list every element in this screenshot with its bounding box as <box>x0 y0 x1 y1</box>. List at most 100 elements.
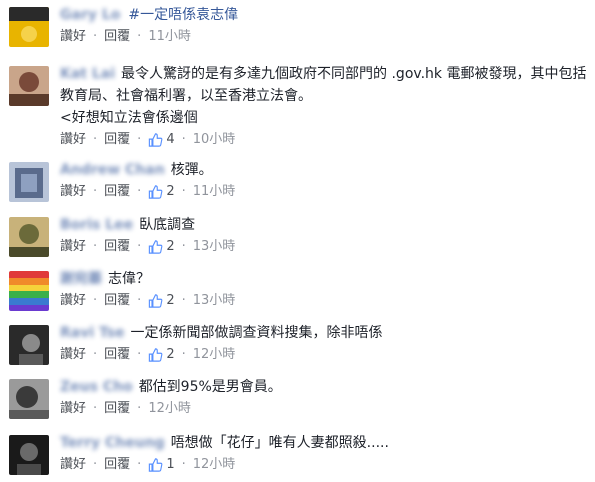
like-button[interactable]: 讚好 <box>60 129 86 151</box>
thumbs-up-icon <box>149 458 163 472</box>
separator: · <box>93 293 98 308</box>
separator: · <box>181 239 186 254</box>
separator: · <box>93 184 98 199</box>
like-count-value: 2 <box>166 293 175 308</box>
separator: · <box>181 184 186 199</box>
like-count[interactable]: 2 <box>148 344 175 366</box>
avatar[interactable] <box>9 271 49 311</box>
like-button[interactable]: 讚好 <box>60 26 86 48</box>
comment-text: Kat Lai 最令人驚訝的是有多達九個政府不同部門的 .gov.hk 電郵被發現… <box>60 63 587 107</box>
comment-author[interactable]: Boris Lee <box>60 217 133 233</box>
comment-text: Gary Lo #一定唔係袁志偉 <box>60 4 587 26</box>
separator: · <box>137 457 142 472</box>
avatar[interactable] <box>9 217 49 257</box>
separator: · <box>181 132 186 147</box>
comment-author[interactable]: Andrew Chan <box>60 162 165 178</box>
reply-button[interactable]: 回覆 <box>104 236 130 258</box>
comment-timestamp[interactable]: 10小時 <box>193 129 236 151</box>
reply-button[interactable]: 回覆 <box>104 454 130 476</box>
thumbs-up-icon <box>149 240 163 254</box>
like-count-value: 4 <box>166 132 175 147</box>
separator: · <box>137 293 142 308</box>
thumbs-up-icon <box>149 348 163 362</box>
separator: · <box>181 347 186 362</box>
comment-feed: Gary Lo #一定唔係袁志偉 讚好 · 回覆 · 11小時 Kat Lai 最令… <box>0 0 595 482</box>
hashtag-link[interactable]: #一定唔係袁志偉 <box>128 7 238 23</box>
comment-actions: 讚好 · 回覆 · 4 · 10小時 <box>60 129 587 151</box>
thumbs-up-icon <box>149 185 163 199</box>
separator: · <box>181 457 186 472</box>
avatar[interactable] <box>9 66 49 106</box>
separator: · <box>93 457 98 472</box>
avatar[interactable] <box>9 435 49 475</box>
like-count[interactable]: 2 <box>148 290 175 312</box>
avatar[interactable] <box>9 162 49 202</box>
reply-button[interactable]: 回覆 <box>104 181 130 203</box>
avatar[interactable] <box>9 7 49 47</box>
like-count[interactable]: 2 <box>148 181 175 203</box>
comment-author[interactable]: Zeus Cho <box>60 379 133 395</box>
reply-button[interactable]: 回覆 <box>104 344 130 366</box>
separator: · <box>93 29 98 44</box>
comment-author[interactable]: Kat Lai <box>60 66 115 82</box>
comment-actions: 讚好 · 回覆 · 11小時 <box>60 26 587 48</box>
separator: · <box>137 347 142 362</box>
like-count[interactable]: 4 <box>148 129 175 151</box>
comment-actions: 讚好 · 回覆 · 12小時 <box>60 398 587 420</box>
like-button[interactable]: 讚好 <box>60 454 86 476</box>
comment-author[interactable]: Ravi Tse <box>60 325 125 341</box>
comment-author[interactable]: 謝宛蓁 <box>60 271 102 287</box>
comment-body: 核彈。 <box>170 162 213 178</box>
comment-author[interactable]: Gary Lo <box>60 7 120 23</box>
avatar[interactable] <box>9 325 49 365</box>
comment-body: 最令人驚訝的是有多達九個政府不同部門的 .gov.hk 電郵被發現，其中包括教育… <box>60 66 587 104</box>
comment-author[interactable]: Terry Cheung <box>60 435 165 451</box>
reply-button[interactable]: 回覆 <box>104 129 130 151</box>
comment-timestamp[interactable]: 12小時 <box>193 454 236 476</box>
like-button[interactable]: 讚好 <box>60 344 86 366</box>
comment-actions: 讚好 · 回覆 · 2 · 11小時 <box>60 181 587 203</box>
avatar[interactable] <box>9 379 49 419</box>
comment-timestamp[interactable]: 12小時 <box>148 398 191 420</box>
comment-timestamp[interactable]: 11小時 <box>148 26 191 48</box>
comment-timestamp[interactable]: 13小時 <box>193 290 236 312</box>
separator: · <box>137 29 142 44</box>
separator: · <box>137 401 142 416</box>
comment-actions: 讚好 · 回覆 · 2 · 12小時 <box>60 344 587 366</box>
reply-button[interactable]: 回覆 <box>104 290 130 312</box>
like-button[interactable]: 讚好 <box>60 398 86 420</box>
comment-text: Zeus Cho 都估到95%是男會員。 <box>60 376 587 398</box>
comment-timestamp[interactable]: 13小時 <box>193 236 236 258</box>
comment-text: Boris Lee 臥底調查 <box>60 214 587 236</box>
reply-button[interactable]: 回覆 <box>104 26 130 48</box>
reply-button[interactable]: 回覆 <box>104 398 130 420</box>
like-button[interactable]: 讚好 <box>60 181 86 203</box>
like-count[interactable]: 2 <box>148 236 175 258</box>
like-count-value: 2 <box>166 347 175 362</box>
comment-body: 都估到95%是男會員。 <box>138 379 282 395</box>
like-count-value: 2 <box>166 239 175 254</box>
comment-text: 謝宛蓁 志偉？ <box>60 268 587 290</box>
like-count[interactable]: 1 <box>148 454 175 476</box>
comment-timestamp[interactable]: 12小時 <box>193 344 236 366</box>
like-count-value: 2 <box>166 184 175 199</box>
thumbs-up-icon <box>149 294 163 308</box>
separator: · <box>93 239 98 254</box>
comment-actions: 讚好 · 回覆 · 2 · 13小時 <box>60 290 587 312</box>
comment-actions: 讚好 · 回覆 · 2 · 13小時 <box>60 236 587 258</box>
separator: · <box>93 347 98 362</box>
separator: · <box>137 132 142 147</box>
like-button[interactable]: 讚好 <box>60 290 86 312</box>
like-button[interactable]: 讚好 <box>60 236 86 258</box>
separator: · <box>93 132 98 147</box>
comment-text: Ravi Tse 一定係新聞部做調查資料搜集，除非唔係 <box>60 322 587 344</box>
thumbs-up-icon <box>149 133 163 147</box>
comment-body: 臥底調查 <box>139 217 196 233</box>
comment-text: Terry Cheung 唔想做「花仔」唯有人妻都照殺..... <box>60 432 587 454</box>
comment-body: 唔想做「花仔」唯有人妻都照殺..... <box>170 435 389 451</box>
comment-actions: 讚好 · 回覆 · 1 · 12小時 <box>60 454 587 476</box>
separator: · <box>181 293 186 308</box>
comment-timestamp[interactable]: 11小時 <box>193 181 236 203</box>
comment-body: 志偉？ <box>108 271 150 287</box>
comment-text: Andrew Chan 核彈。 <box>60 159 587 181</box>
